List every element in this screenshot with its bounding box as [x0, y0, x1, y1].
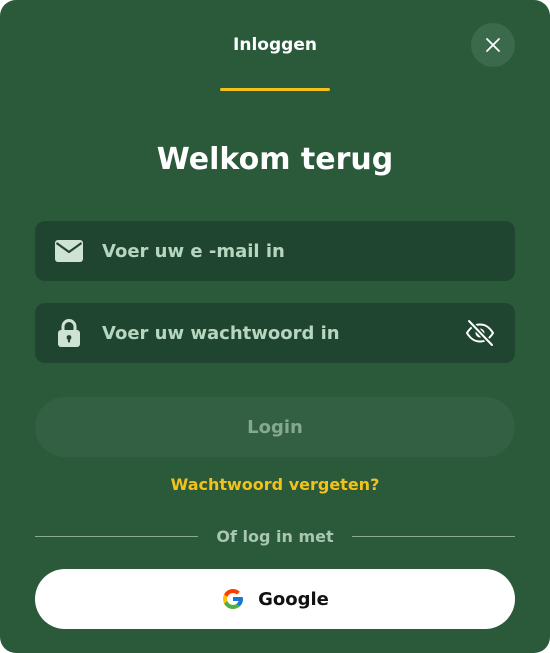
login-button-label: Login	[247, 416, 303, 438]
tab-inloggen[interactable]: Inloggen	[220, 30, 330, 91]
email-field[interactable]	[35, 221, 515, 281]
email-input[interactable]	[102, 231, 515, 271]
password-field[interactable]	[35, 303, 515, 363]
tab-active-indicator	[220, 88, 330, 91]
close-button[interactable]	[471, 23, 515, 67]
close-icon	[486, 38, 500, 52]
divider-line-right	[351, 535, 515, 537]
divider-label: Of log in met	[216, 526, 334, 546]
divider-line-left	[35, 535, 199, 537]
page-title: Welkom terug	[156, 142, 394, 177]
eye-off-icon	[465, 318, 495, 348]
password-input[interactable]	[102, 313, 463, 353]
tab-label: Inloggen	[233, 35, 317, 55]
login-modal: Inloggen Welkom terug Voer uw e -mail in…	[0, 0, 550, 653]
toggle-password-visibility[interactable]	[463, 316, 497, 350]
google-button-label: Google	[258, 588, 329, 610]
forgot-password-link[interactable]: Wachtwoord vergeten?	[171, 475, 380, 494]
google-icon	[223, 589, 244, 609]
login-button[interactable]: Login	[35, 397, 515, 457]
lock-icon	[54, 318, 84, 348]
envelope-icon	[54, 236, 84, 266]
google-login-button[interactable]: Google	[35, 569, 515, 629]
forgot-password-row: Wachtwoord vergeten?	[0, 475, 550, 494]
divider: Of log in met	[35, 524, 515, 548]
